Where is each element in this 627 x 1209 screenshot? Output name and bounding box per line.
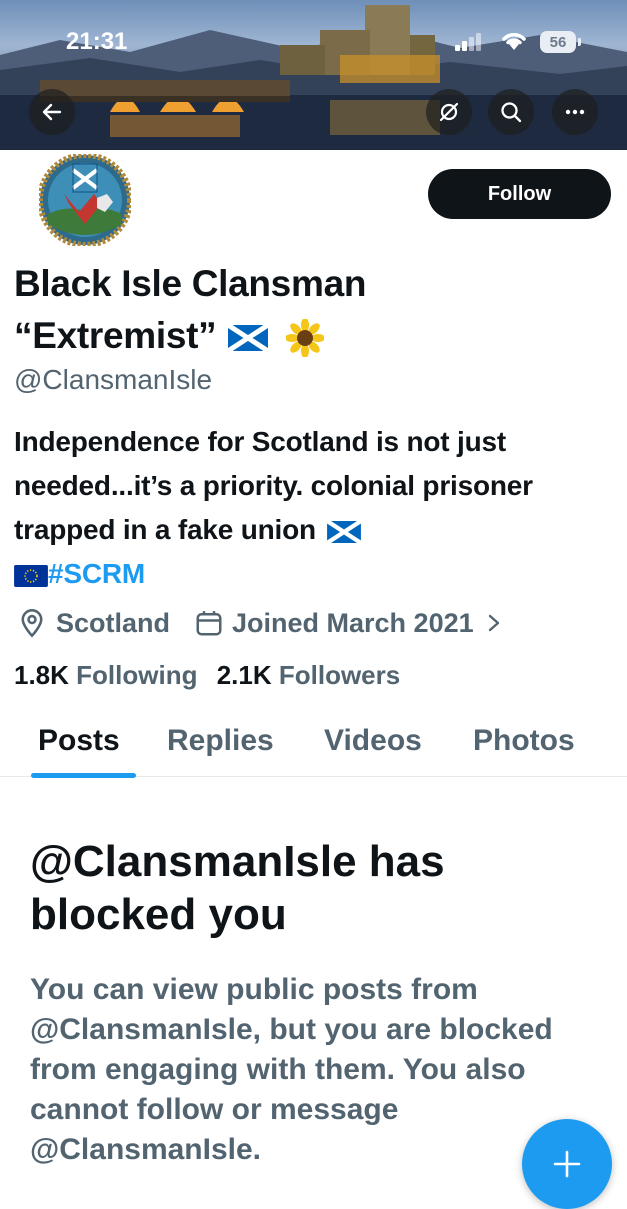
status-bar: 21:31 56 — [0, 0, 627, 60]
joined-date[interactable]: Joined March 2021 — [194, 608, 504, 639]
back-button[interactable] — [29, 89, 75, 135]
more-options-button[interactable] — [552, 89, 598, 135]
profile-handle: @ClansmanIsle — [14, 364, 213, 395]
hide-reposts-icon — [439, 102, 459, 122]
following-label: Following — [76, 660, 198, 690]
display-name: Black Isle Clansman “Extremist” — [14, 258, 574, 362]
tab-photos[interactable]: Photos — [473, 724, 575, 758]
hide-reposts-button[interactable] — [426, 89, 472, 135]
back-arrow-icon — [42, 103, 62, 121]
scottish-flag-icon — [228, 325, 269, 352]
bio-text: Independence for Scotland is not just ne… — [14, 426, 533, 545]
followers-count: 2.1K — [216, 660, 272, 690]
more-icon — [565, 109, 585, 115]
display-name-line2: “Extremist” — [14, 315, 217, 356]
follow-counts: 1.8K Following 2.1K Followers — [14, 660, 400, 691]
wifi-icon — [502, 33, 526, 50]
search-icon — [501, 102, 522, 123]
profile-bio: Independence for Scotland is not just ne… — [14, 420, 614, 596]
location-text: Scotland — [56, 607, 171, 638]
profile-meta: Scotland Joined March 2021 — [18, 603, 504, 643]
profile-tabs: Posts Replies Videos Photos — [0, 720, 627, 777]
profile-banner[interactable]: 21:31 56 — [0, 0, 627, 150]
compose-plus-icon — [553, 1150, 581, 1178]
cellular-signal-icon — [455, 33, 481, 51]
bio-hashtag-link[interactable]: #SCRM — [48, 558, 145, 589]
search-button[interactable] — [488, 89, 534, 135]
scottish-flag-icon — [327, 520, 362, 543]
tab-videos[interactable]: Videos — [324, 724, 422, 758]
follow-button[interactable]: Follow — [428, 169, 611, 219]
compose-button[interactable] — [522, 1119, 612, 1209]
blocked-title: @ClansmanIsle has blocked you — [30, 837, 445, 939]
active-tab-indicator — [31, 773, 136, 778]
location-pin-icon — [21, 609, 43, 638]
followers-label: Followers — [278, 660, 401, 690]
joined-text: Joined March 2021 — [232, 607, 474, 638]
blocked-message: You can view public posts from @Clansman… — [30, 973, 553, 1166]
display-name-line1: Black Isle Clansman — [14, 263, 367, 304]
calendar-icon — [196, 611, 222, 636]
chevron-right-icon — [488, 614, 499, 632]
eu-flag-icon — [14, 564, 48, 587]
status-time: 21:31 — [66, 28, 128, 55]
following-link[interactable]: 1.8K Following — [14, 660, 197, 690]
avatar-image — [37, 152, 133, 248]
avatar[interactable] — [37, 152, 133, 248]
tab-replies[interactable]: Replies — [167, 724, 274, 758]
location: Scotland — [18, 608, 170, 639]
following-count: 1.8K — [14, 660, 69, 690]
followers-link[interactable]: 2.1K Followers — [217, 660, 401, 690]
battery-indicator: 56 — [540, 31, 581, 53]
sunflower-icon — [286, 319, 325, 358]
tab-posts[interactable]: Posts — [38, 724, 120, 758]
